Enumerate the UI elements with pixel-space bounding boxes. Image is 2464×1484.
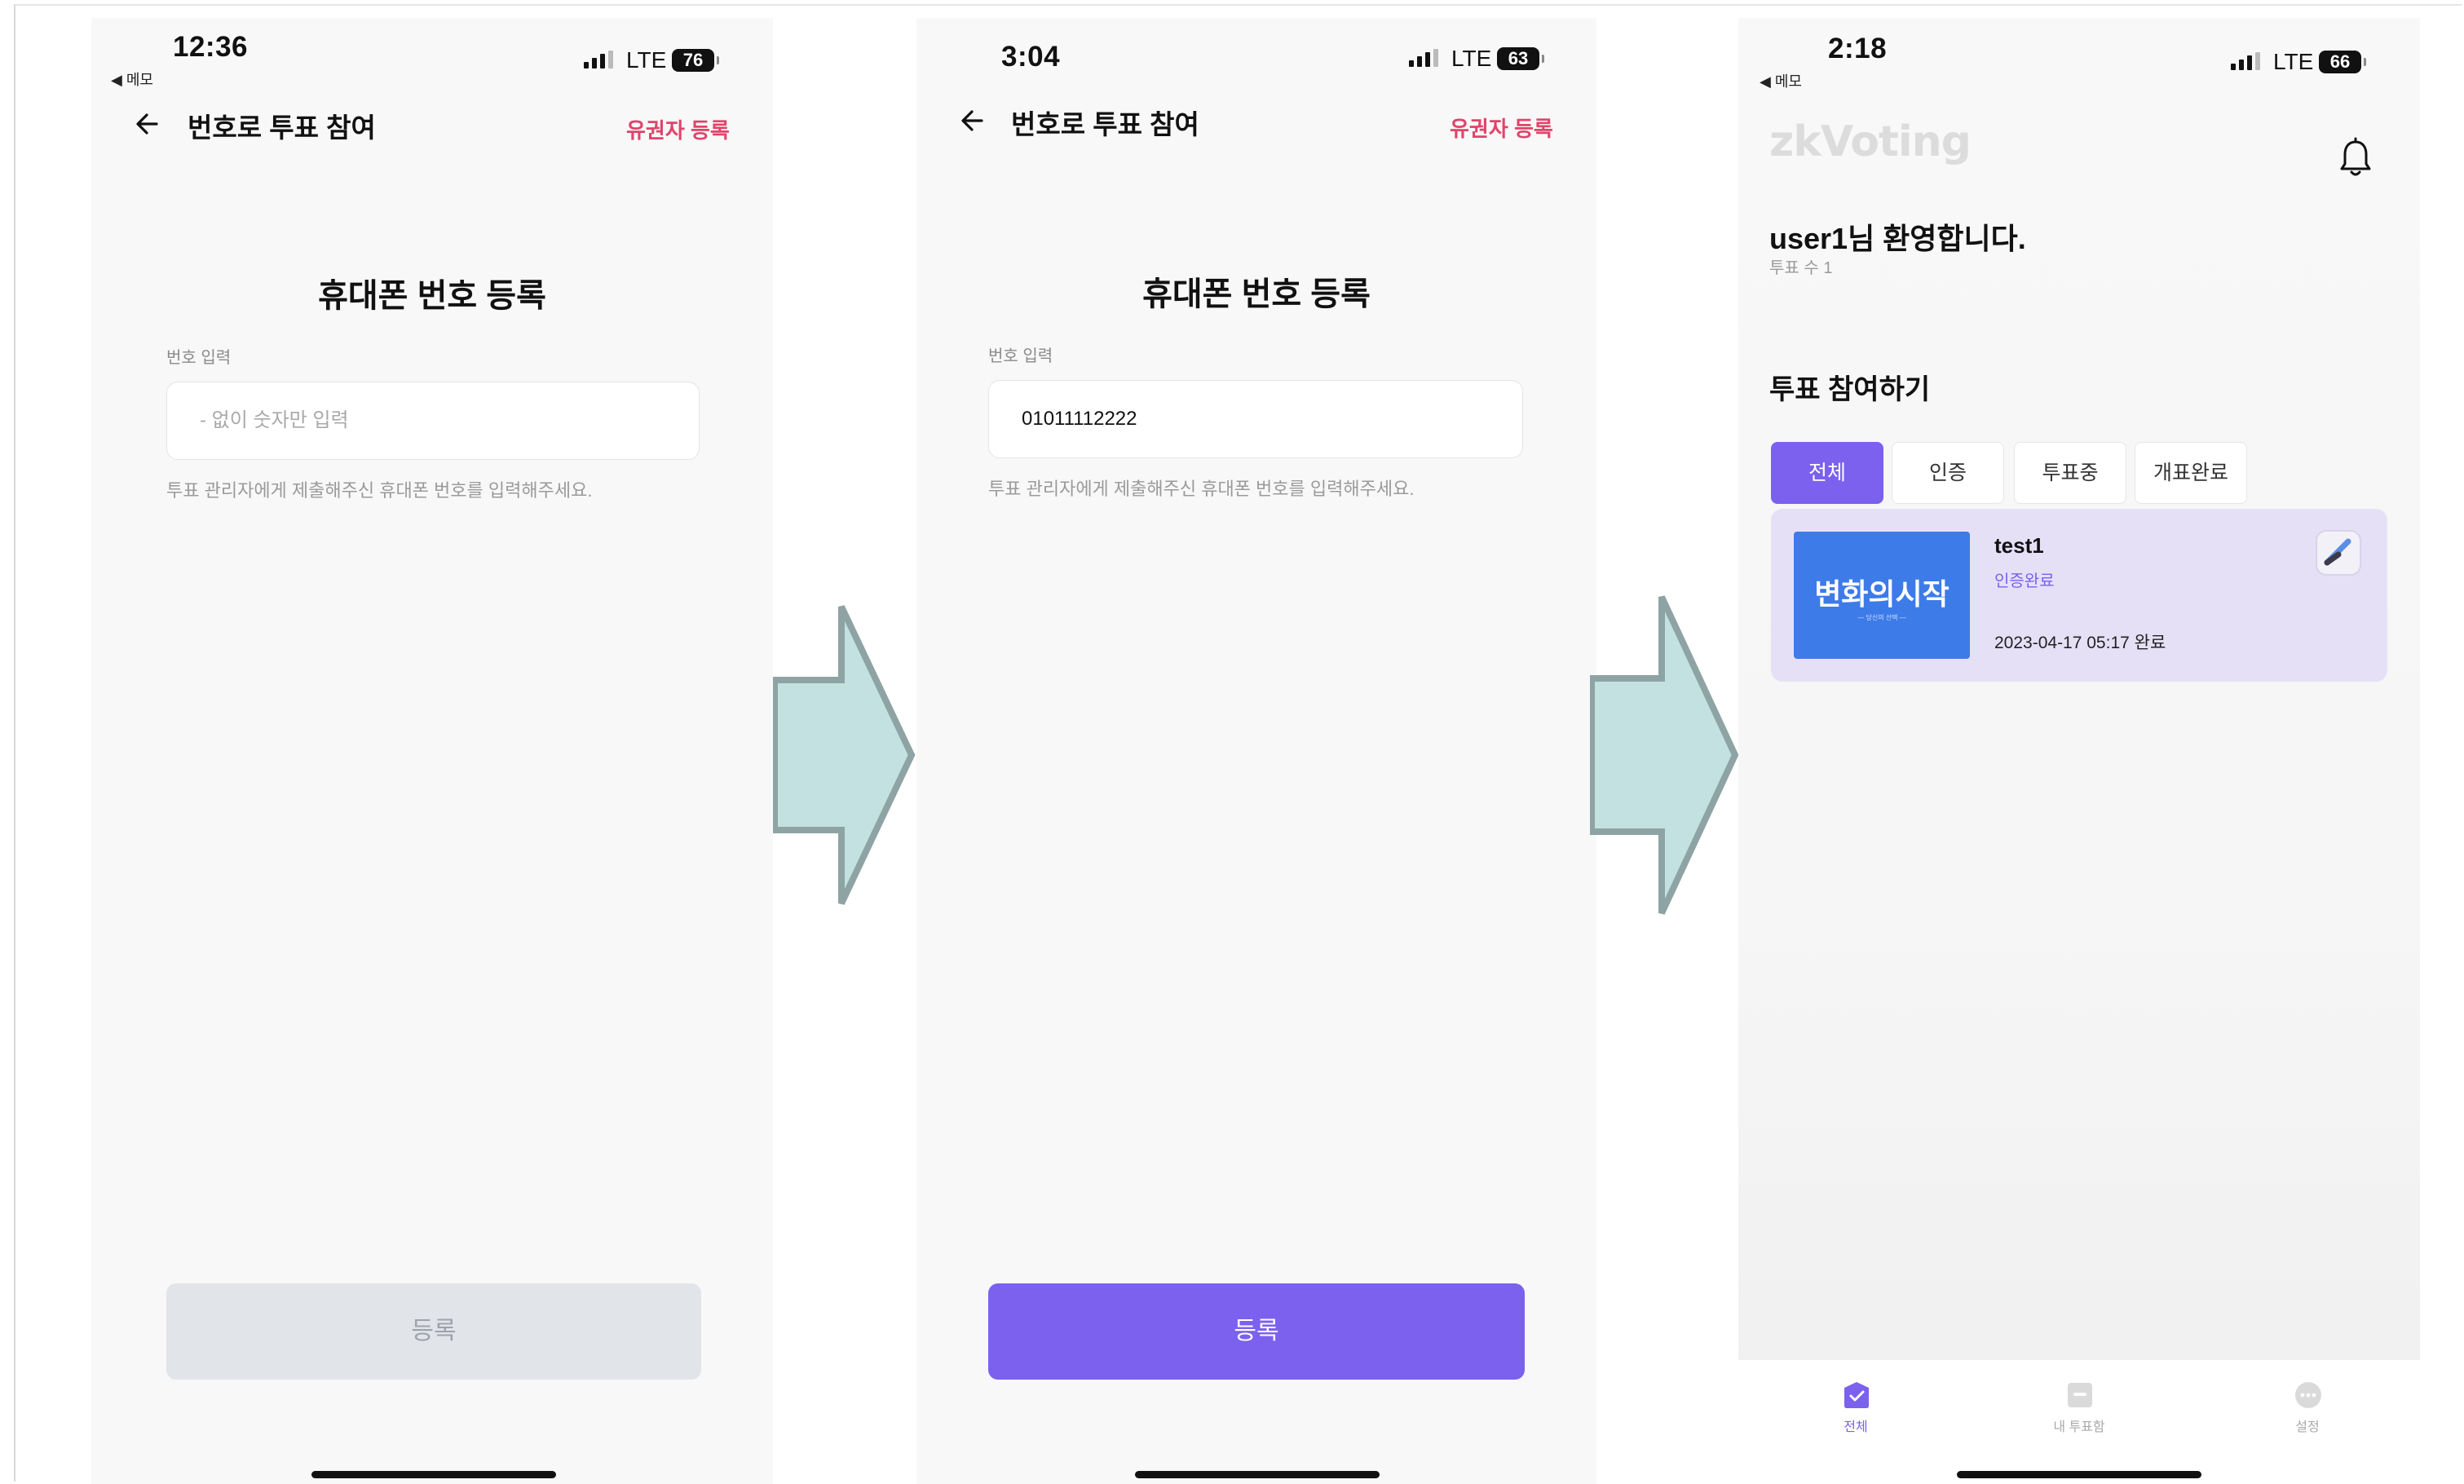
bottom-nav-label: 내 투표함 [2053,1420,2105,1434]
field-label: 번호 입력 [166,349,232,367]
section-title: 투표 참여하기 [1769,374,1931,405]
thumbnail-title: 변화의시작 [1814,577,1950,611]
back-arrow-icon[interactable] [132,108,165,140]
network-type: LTE [626,47,667,73]
vote-date: 2023-04-17 05:17 완료 [1994,634,2166,652]
back-arrow-icon[interactable] [957,104,990,137]
check-ballot-icon [1844,1382,1869,1408]
phone-screen-home: 2:18 ◀ 메모 LTE 66 zkVoting user1님 환영합니다. … [1738,18,2420,1484]
signal-icon [1409,49,1438,67]
bottom-nav-label: 설정 [2295,1420,2320,1434]
bottom-navigation: 전체 내 투표함 설정 [1738,1360,2420,1484]
vote-thumbnail: 변화의시작 — 당신의 선택 — [1794,532,1970,659]
tab-voting[interactable]: 투표중 [2014,442,2126,504]
vote-count: 투표 수 1 [1769,259,1833,277]
status-time: 3:04 [1001,41,1061,73]
signal-icon [584,51,613,68]
more-icon [2295,1382,2321,1408]
battery-indicator: 66 [2319,51,2366,73]
nav-title: 번호로 투표 참여 [188,113,376,143]
register-button[interactable]: 등록 [988,1283,1525,1380]
register-voter-link[interactable]: 유권자 등록 [1450,113,1553,143]
helper-text: 투표 관리자에게 제출해주신 휴대폰 번호를 입력해주세요. [166,480,593,501]
zk-badge-icon [2316,530,2361,576]
register-button[interactable]: 등록 [166,1283,701,1380]
home-indicator [1135,1471,1380,1478]
back-to-app[interactable]: ◀ 메모 [1760,70,1802,91]
welcome-message: user1님 환영합니다. [1769,222,2026,255]
bottom-nav-label: 전체 [1844,1420,1868,1434]
helper-text: 투표 관리자에게 제출해주신 휴대폰 번호를 입력해주세요. [988,479,1415,499]
flow-arrow-icon [1590,595,1739,915]
page-heading: 휴대폰 번호 등록 [318,278,546,314]
vote-status: 인증완료 [1994,572,2055,590]
back-to-app[interactable]: ◀ 메모 [111,68,153,90]
status-time: 2:18 [1828,33,1888,64]
tab-all[interactable]: 전체 [1771,442,1883,504]
tab-counted[interactable]: 개표완료 [2135,442,2247,504]
thumbnail-subtitle: — 당신의 선택 — [1857,614,1906,621]
vote-title: test1 [1994,533,2044,558]
home-indicator [1957,1471,2201,1478]
battery-indicator: 76 [672,49,719,72]
app-logo: zkVoting [1769,117,1972,166]
home-indicator [311,1471,556,1478]
status-time: 12:36 [173,31,249,63]
bell-icon[interactable] [2338,137,2373,179]
nav-title: 번호로 투표 참여 [1011,109,1199,139]
tab-auth[interactable]: 인증 [1892,442,2004,504]
phone-screen-filled: 3:04 LTE 63 번호로 투표 참여 유권자 등록 휴대폰 번호 등록 번… [916,18,1596,1484]
network-type: LTE [1451,46,1492,71]
signal-icon [2231,52,2260,70]
flow-arrow-icon [773,605,916,905]
phone-screen-empty: 12:36 ◀ 메모 LTE 76 번호로 투표 참여 유권자 등록 휴대폰 번… [91,18,773,1484]
vote-card[interactable]: 변화의시작 — 당신의 선택 — test1 인증완료 2023-04-17 0… [1771,509,2387,682]
phone-number-input[interactable]: - 없이 숫자만 입력 [166,382,700,460]
battery-indicator: 63 [1497,47,1544,70]
field-label: 번호 입력 [988,347,1053,365]
page-heading: 휴대폰 번호 등록 [1142,276,1371,312]
phone-number-input[interactable]: 01011112222 [988,380,1523,458]
network-type: LTE [2273,49,2314,74]
register-voter-link[interactable]: 유권자 등록 [626,114,730,144]
ballot-box-icon [2068,1383,2092,1407]
